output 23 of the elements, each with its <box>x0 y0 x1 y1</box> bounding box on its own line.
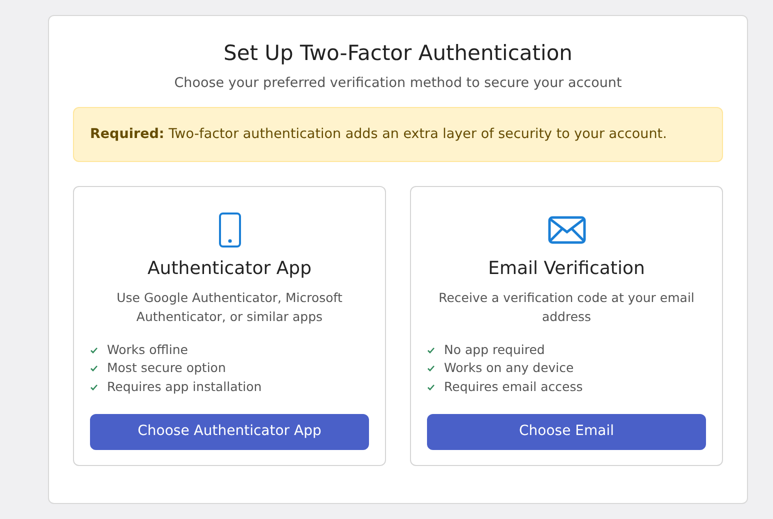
feature-text: Requires email access <box>444 378 583 396</box>
envelope-icon <box>548 216 586 244</box>
method-description: Receive a verification code at your email address <box>438 289 696 326</box>
feature-text: Works offline <box>107 340 188 359</box>
phone-icon <box>218 212 242 248</box>
check-icon <box>427 384 435 391</box>
check-icon <box>90 365 98 372</box>
method-title: Email Verification <box>488 257 645 281</box>
alert-text: Required: Two-factor authentication adds an extra layer of security to your account. <box>90 125 667 144</box>
check-icon <box>90 346 98 354</box>
page-subtitle: Choose your preferred verification method to secure your account <box>173 74 623 93</box>
feature-text: No app required <box>444 340 545 359</box>
method-title: Authenticator App <box>147 257 312 281</box>
check-icon <box>427 346 435 354</box>
check-icon <box>427 365 435 372</box>
page-title: Set Up Two-Factor Authentication <box>222 40 574 67</box>
check-icon <box>90 384 98 391</box>
feature-text: Most secure option <box>107 359 226 378</box>
feature-text: Requires app installation <box>107 378 262 396</box>
method-description: Use Google Authenticator, Microsoft Authenticator, or similar apps <box>116 289 344 326</box>
choose-method-button[interactable]: Choose Email <box>427 414 706 450</box>
feature-text: Works on any device <box>444 359 574 378</box>
choose-method-button[interactable]: Choose Authenticator App <box>90 414 369 450</box>
